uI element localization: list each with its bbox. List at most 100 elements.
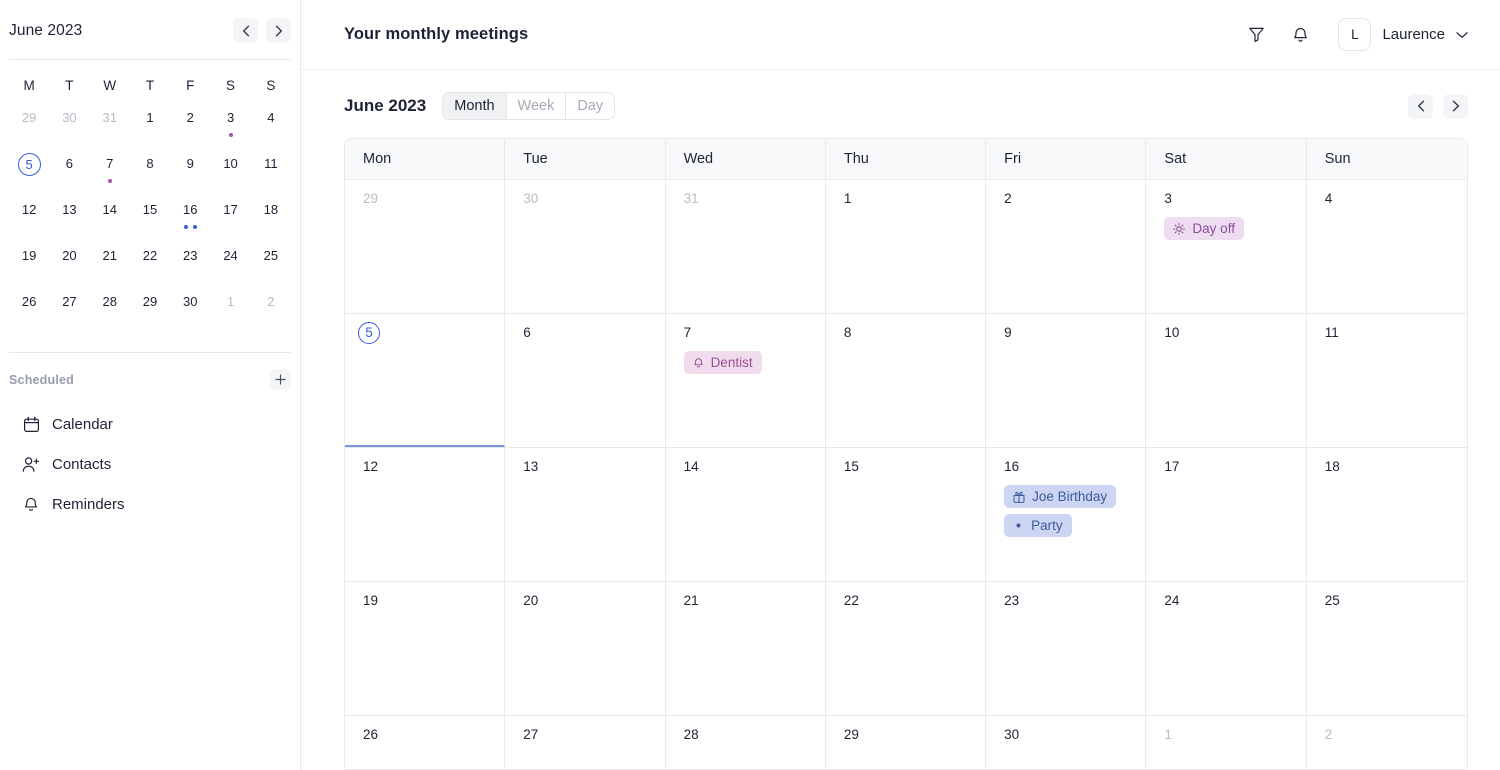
calendar-event[interactable]: Dentist (683, 351, 762, 374)
calendar-day-cell[interactable]: 17 (1146, 447, 1307, 581)
chevron-left-icon (1417, 100, 1424, 112)
calendar-day-cell[interactable]: 10 (1146, 313, 1307, 447)
calendar-day-cell[interactable]: 16 Joe Birthday Party (986, 447, 1147, 581)
mini-calendar-day[interactable]: 30 (170, 287, 210, 333)
calendar-day-cell[interactable]: 25 (1306, 581, 1467, 715)
calendar-day-cell[interactable]: 7 Dentist (665, 313, 826, 447)
calendar-day-cell[interactable]: 3 Day off (1146, 179, 1307, 313)
calendar-day-events: Day off (1164, 217, 1295, 240)
mini-calendar-day[interactable]: 21 (90, 241, 130, 287)
calendar-day-cell[interactable]: 12 (345, 447, 506, 581)
mini-calendar-day[interactable]: 19 (9, 241, 49, 287)
mini-calendar-day[interactable]: 8 (130, 149, 170, 195)
calendar-event[interactable]: Day off (1164, 217, 1244, 240)
calendar-toolbar-left: June 2023 Month Week Day (344, 92, 616, 120)
calendar-day-cell[interactable]: 15 (825, 447, 987, 581)
mini-calendar-day[interactable]: 16 (170, 195, 210, 241)
calendar-day-cell[interactable]: 6 (505, 313, 666, 447)
filter-button[interactable] (1244, 23, 1268, 47)
mini-calendar-day[interactable]: 6 (49, 149, 89, 195)
calendar-day-cell[interactable]: 2 (986, 179, 1147, 313)
mini-calendar-day[interactable]: 7 (90, 149, 130, 195)
calendar-day-cell[interactable]: 1 (825, 179, 987, 313)
calendar-day-cell[interactable]: 19 (345, 581, 506, 715)
calendar-day-cell[interactable]: 13 (505, 447, 666, 581)
mini-calendar-day[interactable]: 24 (210, 241, 250, 287)
calendar-day-cell[interactable]: 30 (505, 179, 666, 313)
mini-calendar-day-number: 24 (223, 248, 238, 263)
calendar-day-cell[interactable]: 22 (825, 581, 987, 715)
mini-calendar-day[interactable]: 12 (9, 195, 49, 241)
calendar-day-cell[interactable]: 24 (1146, 581, 1307, 715)
calendar-day-cell[interactable]: 28 (665, 715, 826, 769)
calendar-event[interactable]: Party (1004, 514, 1072, 537)
mini-calendar-day[interactable]: 26 (9, 287, 49, 333)
mini-calendar-day[interactable]: 25 (251, 241, 291, 287)
calendar-day-cell[interactable]: 9 (986, 313, 1147, 447)
sidebar-item-contacts[interactable]: Contacts (0, 444, 300, 484)
user-menu[interactable]: L Laurence (1338, 18, 1468, 51)
calendar-day-cell[interactable]: 2 (1306, 715, 1467, 769)
calendar-next-button[interactable] (1443, 93, 1468, 119)
mini-calendar-day[interactable]: 14 (90, 195, 130, 241)
mini-calendar-day[interactable]: 20 (49, 241, 89, 287)
calendar-event[interactable]: Joe Birthday (1004, 485, 1117, 508)
mini-calendar-next-button[interactable] (266, 18, 291, 43)
mini-calendar-day[interactable]: 27 (49, 287, 89, 333)
mini-calendar-day[interactable]: 15 (130, 195, 170, 241)
view-option-week[interactable]: Week (506, 93, 567, 119)
sidebar-item-calendar[interactable]: Calendar (0, 404, 300, 444)
mini-calendar-day-dots (107, 179, 112, 184)
calendar-day-cell[interactable]: 5 (345, 313, 506, 447)
calendar-day-cell[interactable]: 26 (345, 715, 506, 769)
mini-calendar-day[interactable]: 23 (170, 241, 210, 287)
calendar-weekday-sun: Sun (1324, 151, 1351, 167)
calendar-day-cell[interactable]: 31 (665, 179, 826, 313)
mini-calendar-day[interactable]: 28 (90, 287, 130, 333)
mini-calendar-day[interactable]: 30 (49, 103, 89, 149)
mini-calendar-day[interactable]: 11 (251, 149, 291, 195)
add-scheduled-button[interactable] (270, 369, 291, 390)
calendar-day-cell[interactable]: 8 (825, 313, 987, 447)
mini-calendar-day[interactable]: 4 (251, 103, 291, 149)
calendar-day-cell[interactable]: 30 (986, 715, 1147, 769)
view-option-month[interactable]: Month (443, 93, 507, 119)
mini-calendar-day[interactable]: 29 (9, 103, 49, 149)
mini-calendar-day[interactable]: 3 (210, 103, 250, 149)
calendar-day-cell[interactable]: 11 (1306, 313, 1467, 447)
calendar-day-cell[interactable]: 21 (665, 581, 826, 715)
mini-calendar-grid: 29 30 31 1 2 3 4 5 6 7 8 9 10 11 12 13 14 15 16 17 18 19 20 21 2… (0, 103, 300, 333)
mini-calendar-day[interactable]: 10 (210, 149, 250, 195)
calendar-day-number: 9 (1004, 325, 1012, 340)
mini-calendar-day[interactable]: 1 (130, 103, 170, 149)
mini-calendar-day[interactable]: 5 (9, 149, 49, 195)
mini-calendar-day[interactable]: 13 (49, 195, 89, 241)
calendar-day-cell[interactable]: 4 (1306, 179, 1467, 313)
calendar-prev-button[interactable] (1408, 93, 1433, 119)
calendar-day-number: 12 (363, 459, 379, 474)
mini-calendar-day[interactable]: 29 (130, 287, 170, 333)
calendar-day-cell[interactable]: 27 (505, 715, 666, 769)
mini-calendar-prev-button[interactable] (233, 18, 258, 43)
mini-calendar-day[interactable]: 31 (90, 103, 130, 149)
mini-calendar-day[interactable]: 17 (210, 195, 250, 241)
mini-calendar-day[interactable]: 1 (210, 287, 250, 333)
mini-calendar-day[interactable]: 2 (251, 287, 291, 333)
calendar-day-cell[interactable]: 29 (345, 179, 506, 313)
view-option-day[interactable]: Day (566, 93, 615, 119)
sidebar-nav-list: Calendar Contacts Reminders (0, 404, 300, 524)
mini-calendar-day[interactable]: 18 (251, 195, 291, 241)
calendar-day-cell[interactable]: 1 (1146, 715, 1307, 769)
notifications-button[interactable] (1288, 23, 1312, 47)
sidebar-item-reminders[interactable]: Reminders (0, 484, 300, 524)
user-name: Laurence (1382, 26, 1445, 43)
calendar-day-cell[interactable]: 23 (986, 581, 1147, 715)
mini-weekday-2: W (103, 78, 117, 93)
mini-calendar-day[interactable]: 2 (170, 103, 210, 149)
calendar-day-cell[interactable]: 18 (1306, 447, 1467, 581)
mini-calendar-day[interactable]: 22 (130, 241, 170, 287)
mini-calendar-day[interactable]: 9 (170, 149, 210, 195)
calendar-day-cell[interactable]: 29 (825, 715, 987, 769)
calendar-day-cell[interactable]: 20 (505, 581, 666, 715)
calendar-day-cell[interactable]: 14 (665, 447, 826, 581)
